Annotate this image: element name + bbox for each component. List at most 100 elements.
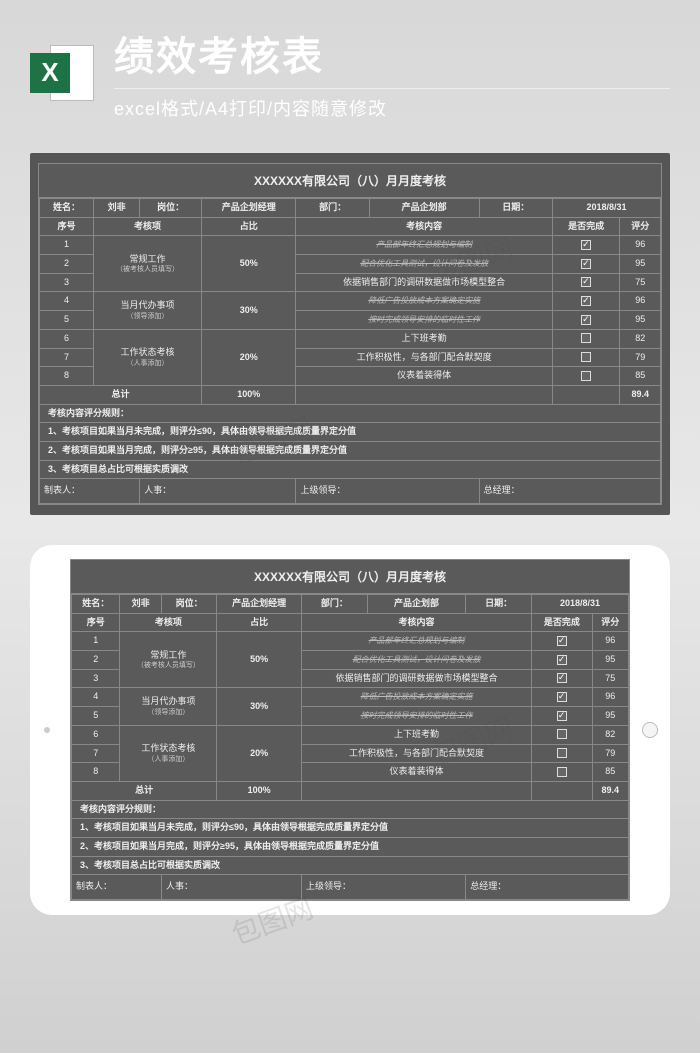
cell-content: 依据销售部门的调研数据做市场模型整合 xyxy=(296,273,552,292)
rules-header: 考核内容评分规则： xyxy=(40,404,661,423)
cell-weight: 20% xyxy=(201,329,296,385)
checkbox-icon xyxy=(581,259,591,269)
value-position: 产品企划经理 xyxy=(201,199,296,218)
rule-line: 3、考核项目总占比可根据实质调改 xyxy=(72,856,629,875)
checkbox-icon xyxy=(557,673,567,683)
label-dept: 部门： xyxy=(296,199,369,218)
cell-score: 82 xyxy=(620,329,661,348)
rules-header: 考核内容评分规则： xyxy=(72,800,629,819)
cell-score: 85 xyxy=(620,367,661,386)
total-spacer xyxy=(296,385,552,404)
col-score: 评分 xyxy=(620,217,661,236)
assessment-table: 姓名：刘非岗位：产品企划经理部门：产品企划部日期：2018/8/31序号考核项占… xyxy=(39,198,661,504)
col-done: 是否完成 xyxy=(552,217,620,236)
cell-seq: 7 xyxy=(72,744,120,763)
cell-content: 依据销售部门的调研数据做市场模型整合 xyxy=(302,669,532,688)
checkbox-icon xyxy=(557,729,567,739)
cell-seq: 4 xyxy=(72,688,120,707)
cell-score: 85 xyxy=(592,763,628,782)
cell-score: 96 xyxy=(592,688,628,707)
value-date: 2018/8/31 xyxy=(532,595,629,614)
rule-line: 2、考核项目如果当月完成，则评分≥95，具体由领导根据完成质量界定分值 xyxy=(40,441,661,460)
checkbox-icon xyxy=(557,692,567,702)
cell-score: 79 xyxy=(592,744,628,763)
checkbox-icon xyxy=(581,371,591,381)
checkbox-icon xyxy=(581,352,591,362)
cell-item: 常规工作（被考核人员填写） xyxy=(120,632,217,688)
sign-leader: 上级领导： xyxy=(296,479,479,504)
cell-item: 常规工作（被考核人员填写） xyxy=(94,236,202,292)
cell-weight: 20% xyxy=(217,725,302,781)
tablet-home-button xyxy=(642,722,658,738)
cell-done xyxy=(532,763,593,782)
cell-item: 当月代办事项（领导添加） xyxy=(120,688,217,725)
total-label: 总计 xyxy=(72,781,217,800)
checkbox-icon xyxy=(557,767,567,777)
sign-hr: 人事： xyxy=(140,479,296,504)
sheet-title: XXXXXX有限公司（八）月月度考核 xyxy=(39,164,661,198)
cell-score: 82 xyxy=(592,725,628,744)
cell-seq: 8 xyxy=(40,367,94,386)
col-seq: 序号 xyxy=(72,613,120,632)
cell-done xyxy=(532,688,593,707)
cell-content: 仪表着装得体 xyxy=(302,763,532,782)
cell-seq: 2 xyxy=(40,255,94,274)
cell-score: 75 xyxy=(592,669,628,688)
total-score: 89.4 xyxy=(592,781,628,800)
cell-score: 75 xyxy=(620,273,661,292)
checkbox-icon xyxy=(581,315,591,325)
total-weight: 100% xyxy=(217,781,302,800)
label-position: 岗位： xyxy=(140,199,202,218)
cell-content: 仪表着装得体 xyxy=(296,367,552,386)
label-date: 日期： xyxy=(466,595,532,614)
cell-weight: 30% xyxy=(217,688,302,725)
cell-seq: 8 xyxy=(72,763,120,782)
cell-content: 降低广告投放成本方案确定实施 xyxy=(302,688,532,707)
col-weight: 占比 xyxy=(217,613,302,632)
checkbox-icon xyxy=(557,711,567,721)
cell-score: 79 xyxy=(620,348,661,367)
cell-content: 工作积极性，与各部门配合默契度 xyxy=(302,744,532,763)
cell-seq: 5 xyxy=(40,311,94,330)
cell-seq: 6 xyxy=(72,725,120,744)
rule-line: 3、考核项目总占比可根据实质调改 xyxy=(40,460,661,479)
cell-content: 配合优化工具测试，设计问卷及发放 xyxy=(296,255,552,274)
cell-done xyxy=(532,707,593,726)
cell-seq: 6 xyxy=(40,329,94,348)
checkbox-icon xyxy=(581,240,591,250)
cell-content: 降低广告投放成本方案确定实施 xyxy=(296,292,552,311)
table-row: 6工作状态考核（人事添加）20%上下班考勤82 xyxy=(72,725,629,744)
cell-item: 当月代办事项（领导添加） xyxy=(94,292,202,329)
cell-content: 配合优化工具测试，设计问卷及发放 xyxy=(302,651,532,670)
value-dept: 产品企划部 xyxy=(369,199,479,218)
page-title: 绩效考核表 xyxy=(114,24,670,89)
checkbox-icon xyxy=(557,636,567,646)
cell-done xyxy=(552,329,620,348)
sign-hr: 人事： xyxy=(161,875,301,900)
cell-content: 产品部年终汇总规划与编制 xyxy=(302,632,532,651)
cell-seq: 1 xyxy=(72,632,120,651)
cell-item: 工作状态考核（人事添加） xyxy=(94,329,202,385)
cell-content: 上下班考勤 xyxy=(302,725,532,744)
col-done: 是否完成 xyxy=(532,613,593,632)
total-spacer2 xyxy=(552,385,620,404)
checkbox-icon xyxy=(557,655,567,665)
sign-manager: 总经理： xyxy=(479,479,660,504)
excel-logo-icon: X xyxy=(30,41,94,105)
cell-score: 95 xyxy=(620,311,661,330)
cell-score: 96 xyxy=(592,632,628,651)
cell-done xyxy=(552,367,620,386)
header-bar: X 绩效考核表 excel格式/A4打印/内容随意修改 xyxy=(0,0,700,139)
value-name: 刘非 xyxy=(94,199,140,218)
cell-content: 工作积极性，与各部门配合默契度 xyxy=(296,348,552,367)
cell-seq: 4 xyxy=(40,292,94,311)
cell-weight: 50% xyxy=(201,236,296,292)
label-name: 姓名： xyxy=(72,595,120,614)
cell-seq: 1 xyxy=(40,236,94,255)
value-position: 产品企划经理 xyxy=(217,595,302,614)
cell-done xyxy=(552,255,620,274)
cell-score: 95 xyxy=(592,707,628,726)
label-name: 姓名： xyxy=(40,199,94,218)
assessment-table: 姓名：刘非岗位：产品企划经理部门：产品企划部日期：2018/8/31序号考核项占… xyxy=(71,594,629,900)
table-row: 4当月代办事项（领导添加）30%降低广告投放成本方案确定实施96 xyxy=(40,292,661,311)
